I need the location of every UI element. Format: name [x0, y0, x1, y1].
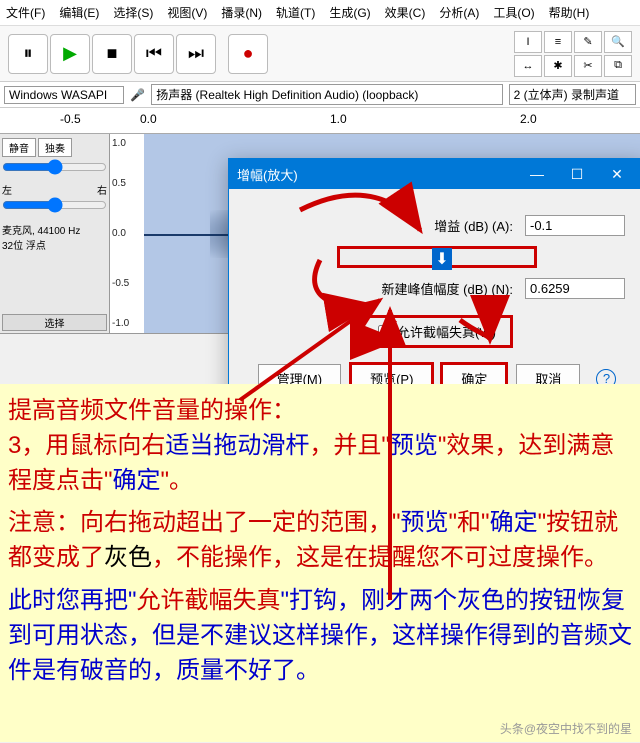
draw-tool-icon[interactable]: ✎: [574, 31, 602, 53]
pan-left: 左: [2, 182, 12, 197]
audio-host-select[interactable]: Windows WASAPI: [4, 86, 124, 104]
track-panel[interactable]: 静音 独奏 左 右 麦克风, 44100 Hz 32位 浮点 选择: [0, 134, 110, 333]
dialog-titlebar[interactable]: 增幅(放大) — ☐ ✕: [229, 159, 640, 189]
ruler-tick: 0.0: [140, 112, 157, 126]
timeline-ruler[interactable]: -0.5 0.0 1.0 2.0: [0, 108, 640, 134]
multi-tool-icon[interactable]: ✱: [544, 55, 572, 77]
pan-slider[interactable]: [2, 197, 107, 213]
menu-transport[interactable]: 播录(N): [221, 4, 262, 21]
ruler-tick: -0.5: [60, 112, 81, 126]
pause-button[interactable]: ⏸: [8, 34, 48, 74]
maximize-icon[interactable]: ☐: [557, 159, 597, 189]
amplification-slider[interactable]: ⬇: [337, 246, 537, 268]
menu-tools[interactable]: 工具(O): [493, 4, 534, 21]
cut-icon[interactable]: ✂: [574, 55, 602, 77]
selection-tool-icon[interactable]: I: [514, 31, 542, 53]
menu-view[interactable]: 视图(V): [167, 4, 207, 21]
menu-select[interactable]: 选择(S): [113, 4, 153, 21]
transport-toolbar: ⏸ ▶ ■ ⏮ ⏭ ● I ≡ ✎ 🔍 ↔ ✱ ✂ ⧉: [0, 26, 640, 82]
mute-button[interactable]: 静音: [2, 138, 36, 157]
copy-icon[interactable]: ⧉: [604, 55, 632, 77]
menu-tracks[interactable]: 轨道(T): [276, 4, 315, 21]
track-select[interactable]: 选择: [2, 314, 107, 331]
play-button[interactable]: ▶: [50, 34, 90, 74]
allow-clipping-checkbox[interactable]: 允许截幅失真(W): [361, 315, 513, 348]
peak-input[interactable]: [525, 278, 625, 299]
close-icon[interactable]: ✕: [597, 159, 637, 189]
tut-line: 注意：向右拖动超出了一定的范围，"预览"和"确定"按钮就都变成了灰色，不能操作，…: [8, 506, 632, 576]
gain-slider[interactable]: [2, 159, 107, 175]
zoom-tool-icon[interactable]: 🔍: [604, 31, 632, 53]
envelope-tool-icon[interactable]: ≡: [544, 31, 572, 53]
dialog-title: 增幅(放大): [237, 165, 298, 184]
tool-grid: I ≡ ✎ 🔍 ↔ ✱ ✂ ⧉: [514, 31, 632, 77]
menu-analyze[interactable]: 分析(A): [439, 4, 479, 21]
ruler-tick: 2.0: [520, 112, 537, 126]
menu-file[interactable]: 文件(F): [6, 4, 45, 21]
vertical-scale: 1.0 0.5 0.0 -0.5 -1.0: [110, 134, 144, 333]
slider-thumb-icon[interactable]: ⬇: [432, 248, 452, 270]
input-device-select[interactable]: 扬声器 (Realtek High Definition Audio) (loo…: [151, 84, 502, 105]
tut-line: 此时您再把"允许截幅失真"打钩，刚才两个灰色的按钮恢复到可用状态，但是不建议这样…: [8, 584, 632, 688]
device-toolbar: Windows WASAPI 🎤 扬声器 (Realtek High Defin…: [0, 82, 640, 108]
mic-icon: 🎤: [130, 88, 145, 102]
skip-end-button[interactable]: ⏭: [176, 34, 216, 74]
tut-line: 3，用鼠标向右适当拖动滑杆，并且"预览"效果，达到满意程度点击"确定"。: [8, 429, 632, 499]
tutorial-overlay: 提高音频文件音量的操作： 3，用鼠标向右适当拖动滑杆，并且"预览"效果，达到满意…: [0, 384, 640, 742]
timeshift-tool-icon[interactable]: ↔: [514, 55, 542, 77]
menu-edit[interactable]: 编辑(E): [59, 4, 99, 21]
ruler-tick: 1.0: [330, 112, 347, 126]
record-button[interactable]: ●: [228, 34, 268, 74]
minimize-icon[interactable]: —: [517, 159, 557, 189]
watermark: 头条@夜空中找不到的星: [500, 721, 632, 738]
solo-button[interactable]: 独奏: [38, 138, 72, 157]
gain-label: 增益 (dB) (A):: [249, 216, 513, 235]
amplify-dialog: 增幅(放大) — ☐ ✕ 增益 (dB) (A): ⬇ 新建峰值幅度 (dB) …: [228, 158, 640, 412]
tut-heading: 提高音频文件音量的操作：: [8, 394, 632, 429]
menu-generate[interactable]: 生成(G): [329, 4, 370, 21]
skip-start-button[interactable]: ⏮: [134, 34, 174, 74]
clipping-check[interactable]: [378, 325, 391, 338]
pan-right: 右: [97, 182, 107, 197]
track-info: 麦克风, 44100 Hz 32位 浮点: [2, 222, 107, 252]
menu-help[interactable]: 帮助(H): [549, 4, 590, 21]
stop-button[interactable]: ■: [92, 34, 132, 74]
menu-effect[interactable]: 效果(C): [385, 4, 426, 21]
channels-select[interactable]: 2 (立体声) 录制声道: [509, 84, 636, 105]
peak-label: 新建峰值幅度 (dB) (N):: [249, 279, 513, 298]
clipping-label: 允许截幅失真(W): [397, 322, 496, 341]
gain-input[interactable]: [525, 215, 625, 236]
menu-bar: 文件(F) 编辑(E) 选择(S) 视图(V) 播录(N) 轨道(T) 生成(G…: [0, 0, 640, 26]
